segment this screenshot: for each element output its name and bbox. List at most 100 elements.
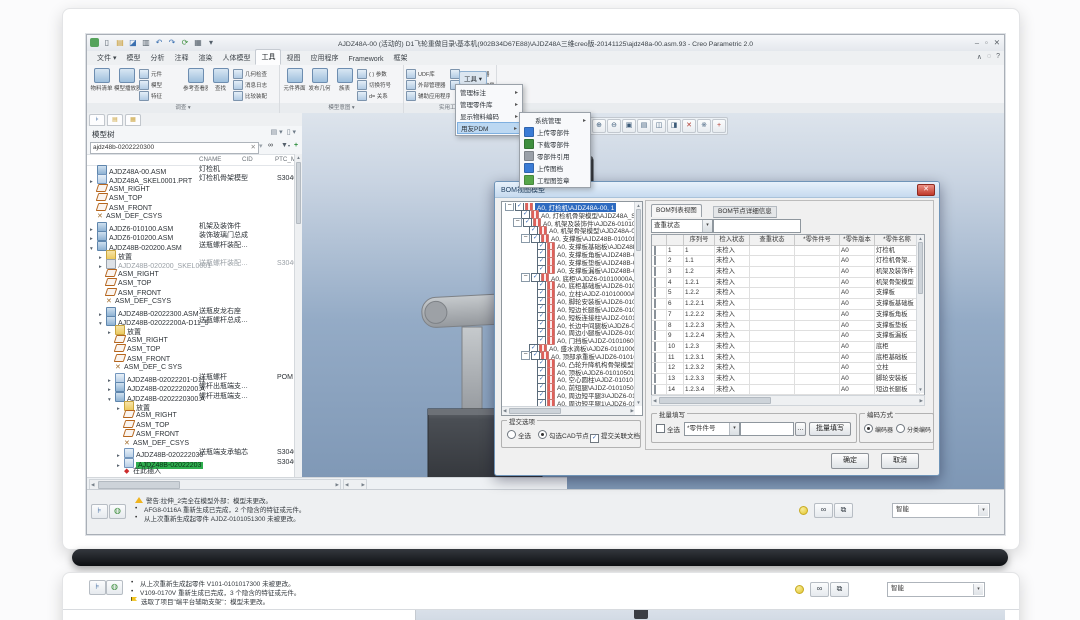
hide-tree-icon[interactable]: ⊧ [91,504,108,519]
submenu-item-上传图档[interactable]: 上传图档 [521,162,589,174]
ribbon-button-消息日志[interactable]: 消息日志 [233,79,277,90]
model-tree-row[interactable]: ASM_FRONT [87,429,295,438]
ribbon-button-特征[interactable]: 特征 [139,90,183,101]
folder-browser-tab-icon[interactable]: ▤ [107,114,123,126]
submenu-item-上传零部件[interactable]: 上传零部件 [521,126,589,138]
model-tree-row[interactable]: ▾AJDZ48B-02022200A-D11_5送瓶螺杆总成… [87,316,295,325]
model-tree-row[interactable]: ▸AJDZ48B-02022201-D11送瓶螺杆POM [87,373,295,382]
filter-funnel-icon[interactable]: ▼▾ [281,142,290,149]
model-tree-row[interactable]: ✕ASM_DEF_CSYS [87,439,295,448]
table-row[interactable]: 31.2未检入A0机架及装饰件AJDZ6- [652,267,924,278]
tools-dropdown-button[interactable]: 工具 ▾ [459,71,487,85]
ribbon-button-发布几何[interactable]: 发布几何 [307,66,332,92]
ribbon-button-外部管理器[interactable]: 外部管理器 [406,79,450,90]
model-tree-row[interactable]: ✕ASM_DEF_CSYS [87,297,295,306]
collapse-ribbon-icon[interactable]: ∧ [977,53,982,61]
model-tree-row[interactable]: ASM_TOP [87,420,295,429]
ribbon-button-物料清单[interactable]: 物料清单 [89,66,114,92]
selection-filter-combo[interactable]: 智能 ▾ [887,582,985,597]
collapse-icon[interactable]: − [513,218,522,227]
menu-item-管理零件库[interactable]: 管理零件库▸ [457,98,521,110]
checkbox-related-docs[interactable]: ✓提交关联文档 [590,430,640,443]
submenu-item-系统管理[interactable]: 系统管理▸ [521,114,589,126]
submenu-item-下载零部件[interactable]: 下载零部件 [521,138,589,150]
model-tree-row[interactable]: ASM_RIGHT [87,269,295,278]
column-header[interactable]: 检入状态 [715,235,750,246]
batch-field-combo[interactable]: *零件件号 ▾ [684,422,740,436]
new-icon[interactable]: ▯ [102,36,112,49]
row-checkbox[interactable] [654,321,656,330]
windows-icon[interactable]: ▦ [193,36,203,49]
ribbon-button-元件界面[interactable]: 元件界面 [282,66,307,92]
menu-item-显示物料编码[interactable]: 显示物料编码▸ [457,110,521,122]
model-tree-row[interactable]: AJDZ48A-00.ASM灯检机 [87,165,295,174]
menu-item-用友PDM[interactable]: 用友PDM▸ [457,122,521,134]
spin-center-icon[interactable]: + [712,119,726,133]
model-tree-row[interactable]: ✕ASM_DEF_C SYS [87,363,295,372]
model-tree-vertical-scrollbar[interactable]: ▲▼ [294,154,302,490]
select-box-icon[interactable]: ⧉ [834,503,853,518]
table-row[interactable]: 11未检入A0灯检机AJDZ48 [652,246,924,257]
undo-icon[interactable]: ↶ [154,36,164,49]
customize-icon[interactable]: ▾ [206,36,216,49]
tab-bom-node-details[interactable]: BOM节点详细信息 [713,206,777,218]
tree-settings-icon[interactable]: ▤ ▾ [271,128,283,136]
table-row[interactable]: 121.2.3.2未检入A0立柱AJDZ-0 [652,363,924,374]
tab-人体模型[interactable]: 人体模型 [217,51,255,65]
ribbon-button-切换符号[interactable]: 切换符号 [357,79,401,90]
add-filter-icon[interactable]: + [294,142,298,149]
table-row[interactable]: 111.2.3.1未检入A0底柜基础板AJDZ6- [652,353,924,364]
model-tree-row[interactable]: ▸AJDZ48B-020222030送瓶端支承轴芯S30408 [87,448,295,457]
ribbon-button-参考查看器[interactable]: 参考查看器 [183,66,208,92]
row-checkbox[interactable] [654,267,656,276]
cancel-button[interactable]: 取消 [881,453,919,469]
bom-tree-vertical-scrollbar[interactable]: ▲▼ [634,202,642,406]
combo-dropdown-icon[interactable]: ▾ [978,505,988,516]
row-checkbox[interactable] [654,374,656,383]
find-binoculars-icon[interactable]: ∞ [814,503,833,518]
bom-table-vertical-scrollbar[interactable]: ▲▼ [916,235,924,393]
close-icon[interactable]: ✕ [994,36,1000,49]
ribbon-button-( ) 参数[interactable]: ( ) 参数 [357,68,401,79]
row-checkbox[interactable] [654,385,656,394]
model-tree-row[interactable]: ASM_FRONT [87,354,295,363]
collapse-icon[interactable]: − [521,234,530,243]
ribbon-button-比较装配[interactable]: 比较装配 [233,90,277,101]
open-icon[interactable]: ▤ [115,36,125,49]
menu-item-管理标注[interactable]: 管理标注▸ [457,86,521,98]
find-binoculars-icon[interactable]: ∞ [268,142,273,149]
row-checkbox[interactable] [654,278,656,287]
row-checkbox[interactable] [654,363,656,372]
ribbon-button-d= 关系[interactable]: d= 关系 [357,90,401,101]
model-tree-tab-icon[interactable]: ⊧ [89,114,105,126]
tab-视图[interactable]: 视图 [281,51,305,65]
model-tree-row[interactable]: ASM_TOP [87,344,295,353]
save-icon[interactable]: ◪ [128,36,138,49]
model-tree-row[interactable]: ASM_FRONT [87,203,295,212]
model-tree-row[interactable]: ▸放置 [87,250,295,259]
model-tree-row[interactable]: ▸AJDZ6-010100.ASM机架及装饰件 [87,222,295,231]
ribbon-button-几何检查[interactable]: 几何检查 [233,68,277,79]
combo-dropdown-icon[interactable]: ▾ [729,423,739,435]
zoom-out-icon[interactable]: ⊖ [607,119,621,133]
radio-cad-nodes[interactable]: 勾选CAD节点 [538,430,589,440]
hide-tree-icon[interactable]: ⊧ [89,580,106,595]
model-globe-icon[interactable]: ◍ [106,580,123,595]
ribbon-button-族表[interactable]: 族表 [332,66,357,92]
model-tree-row[interactable]: ASM_TOP [87,278,295,287]
ribbon-button-辅助应用程序[interactable]: 辅助应用程序 [406,90,450,101]
row-checkbox[interactable] [654,353,656,362]
tab-注释[interactable]: 注释 [169,51,193,65]
table-row[interactable]: 71.2.2.2未检入A0支撑板角板AJDZ48 [652,310,924,321]
view-manager-icon[interactable]: ◫ [652,119,666,133]
zoom-in-icon[interactable]: ⊕ [592,119,606,133]
refit-icon[interactable]: ▣ [622,119,636,133]
model-tree-row[interactable]: ▸放置 [87,401,295,410]
datum-display-icon[interactable]: ✕ [682,119,696,133]
print-icon[interactable]: ▥ [141,36,151,49]
tab-模型[interactable]: 模型 [121,51,145,65]
ribbon-button-元件[interactable]: 元件 [139,68,183,79]
minimize-icon[interactable]: – [975,36,979,49]
tab-工具[interactable]: 工具 [255,49,281,65]
annotation-display-icon[interactable]: ※ [697,119,711,133]
